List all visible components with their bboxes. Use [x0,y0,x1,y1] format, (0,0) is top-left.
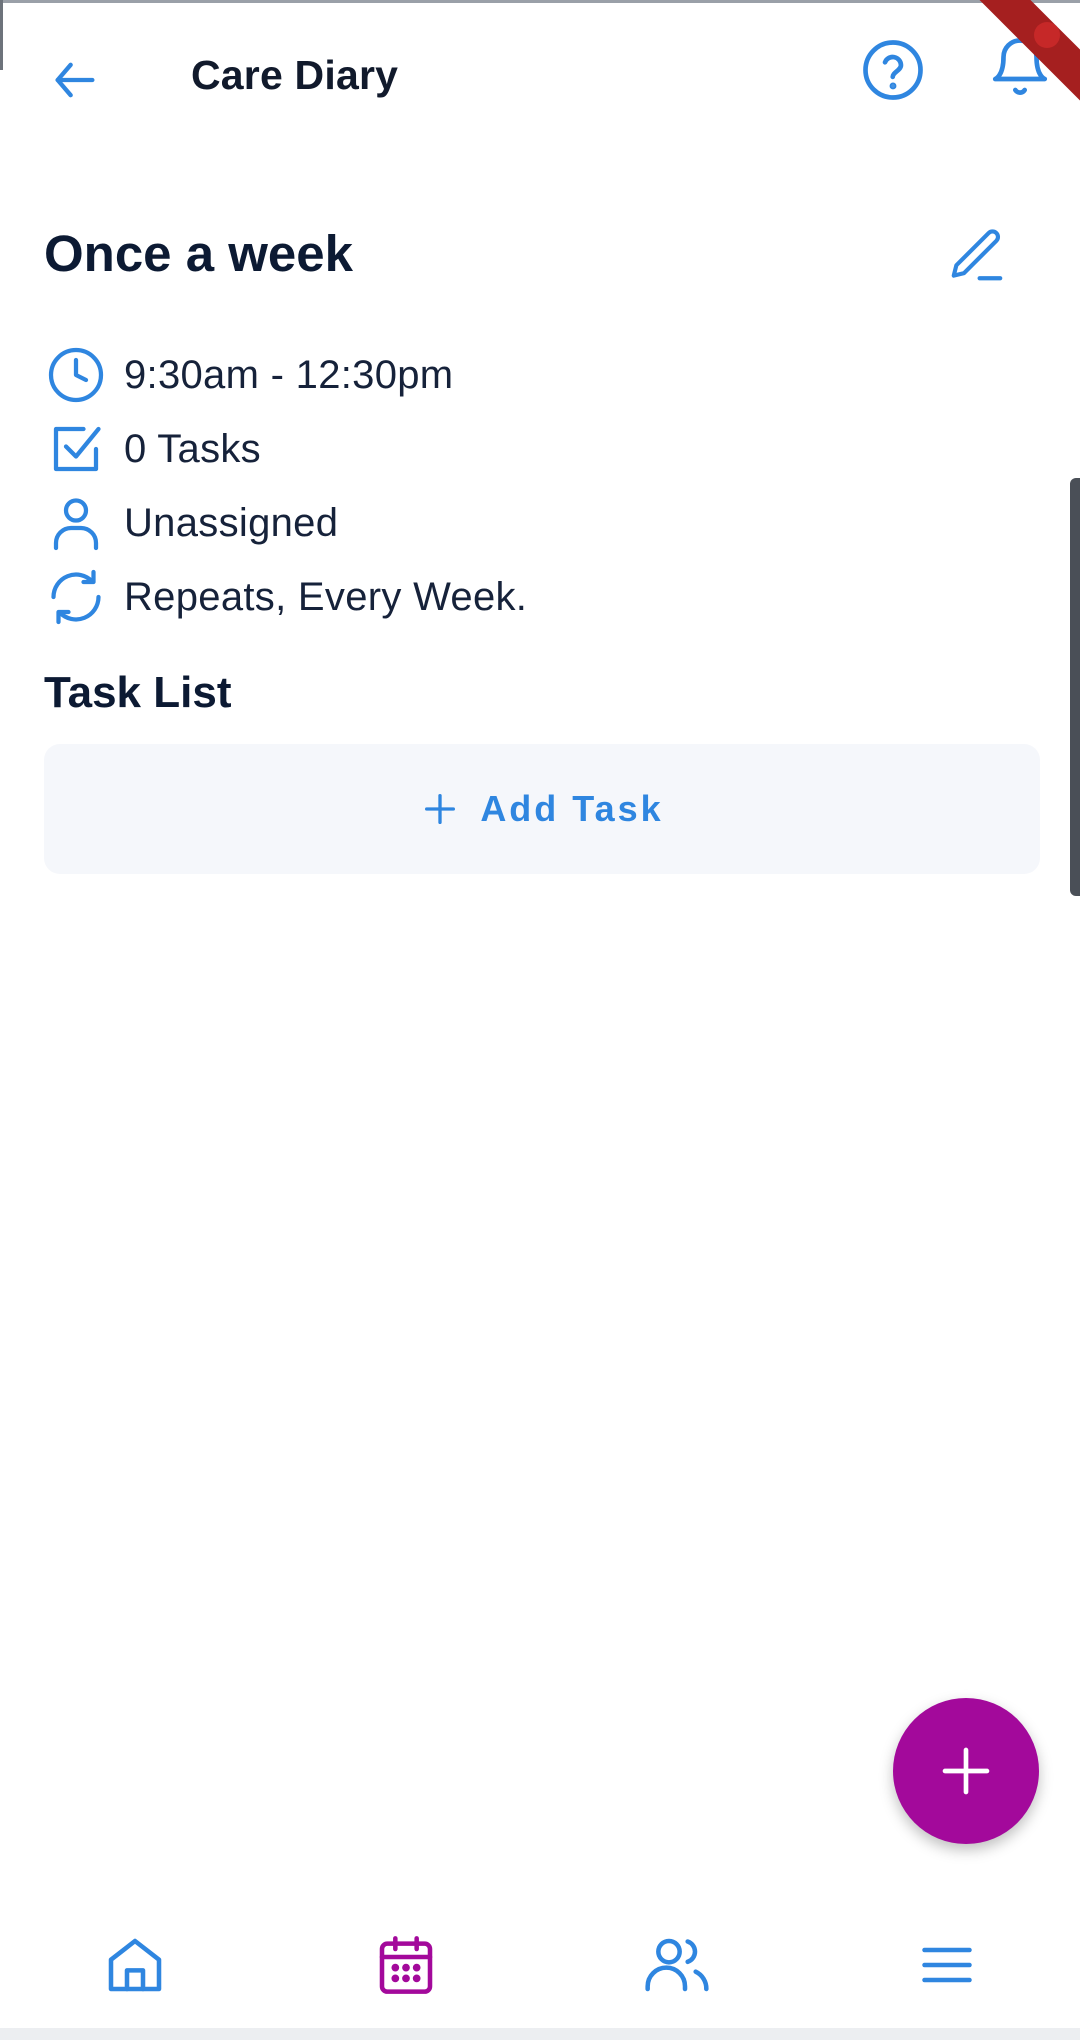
repeat-icon [44,565,108,629]
home-icon [108,1938,162,1992]
checkbox-icon [44,417,108,481]
nav-home[interactable] [90,1920,180,2010]
add-fab-button[interactable] [893,1698,1039,1844]
menu-icon [922,1947,972,1983]
add-task-content: Add Task [420,788,663,830]
bottom-navigation [0,1900,1080,2028]
notification-badge [1034,22,1060,48]
scrollbar[interactable] [1070,478,1080,896]
help-circle-icon [863,40,923,100]
help-button[interactable] [855,32,931,108]
pencil-icon [951,229,1003,281]
time-row: 9:30am - 12:30pm [44,338,1034,412]
assignee-text: Unassigned [124,500,339,545]
clock-icon [44,343,108,407]
assignee-row: Unassigned [44,486,1034,560]
time-text: 9:30am - 12:30pm [124,352,454,397]
tasks-count-text: 0 Tasks [124,426,261,471]
task-list-heading: Task List [44,668,232,717]
care-diary-screen: Care Diary Once a week 9:30am - 12:30pm … [0,0,1080,2040]
nav-calendar[interactable] [361,1920,451,2010]
plus-icon [942,1747,990,1795]
repeat-row: Repeats, Every Week. [44,560,1034,634]
app-bar: Care Diary [0,0,1080,160]
tasks-row: 0 Tasks [44,412,1034,486]
user-icon [44,491,108,555]
system-nav-strip [0,2028,1080,2040]
nav-people[interactable] [632,1920,722,2010]
page-title: Care Diary [191,52,399,98]
edit-event-button[interactable] [944,222,1010,288]
people-icon [645,1938,709,1992]
plus-icon [425,794,456,824]
nav-menu[interactable] [902,1920,992,2010]
back-button[interactable] [40,45,110,115]
arrow-left-icon [55,62,95,98]
calendar-icon [379,1936,433,1994]
repeat-text: Repeats, Every Week. [124,574,528,619]
event-details: 9:30am - 12:30pm 0 Tasks Unassigned Repe… [44,338,1034,634]
add-task-button[interactable]: Add Task [44,744,1040,874]
event-title: Once a week [44,225,354,282]
add-task-label: Add Task [480,788,664,829]
